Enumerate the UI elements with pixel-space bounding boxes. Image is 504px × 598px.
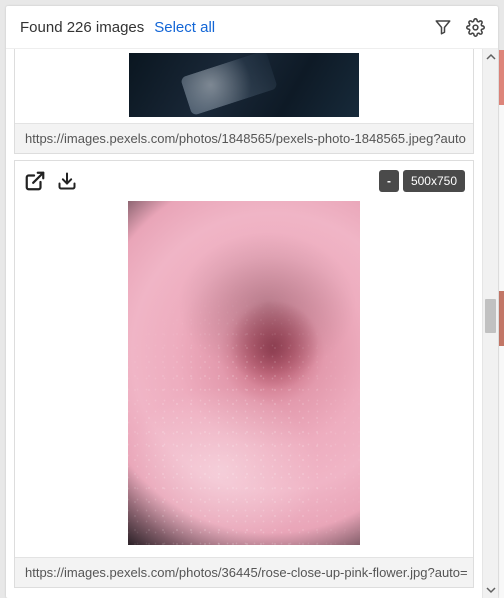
filter-icon[interactable] xyxy=(432,16,454,38)
image-card[interactable]: https://images.pexels.com/photos/1848565… xyxy=(14,49,474,154)
image-url[interactable]: https://images.pexels.com/photos/1848565… xyxy=(15,123,473,153)
open-external-icon[interactable] xyxy=(23,169,47,193)
image-thumbnail[interactable] xyxy=(129,53,359,117)
results-scrollarea: https://images.pexels.com/photos/1848565… xyxy=(6,49,482,598)
zoom-out-button[interactable]: - xyxy=(379,170,399,192)
found-count-label: Found 226 images xyxy=(20,19,144,36)
scroll-up-arrow[interactable] xyxy=(483,49,498,65)
content-area: https://images.pexels.com/photos/1848565… xyxy=(6,49,498,598)
gear-icon[interactable] xyxy=(464,16,486,38)
vertical-scrollbar[interactable] xyxy=(482,49,498,598)
scroll-thumb[interactable] xyxy=(485,299,496,333)
thumbnail-container xyxy=(15,49,473,123)
image-thumbnail[interactable] xyxy=(128,201,360,545)
download-icon[interactable] xyxy=(55,169,79,193)
panel-header: Found 226 images Select all xyxy=(6,6,498,49)
image-card[interactable]: - 500x750 https://images.pexels.com/phot… xyxy=(14,160,474,588)
scroll-down-arrow[interactable] xyxy=(483,582,498,598)
dimensions-badge[interactable]: 500x750 xyxy=(403,170,465,192)
image-downloader-panel: Found 226 images Select all https://imag… xyxy=(6,6,498,598)
card-toolbar: - 500x750 xyxy=(23,169,465,193)
thumbnail-container xyxy=(15,161,473,557)
image-url[interactable]: https://images.pexels.com/photos/36445/r… xyxy=(15,557,473,587)
badge-group: - 500x750 xyxy=(379,170,465,192)
page-edge-strip xyxy=(499,50,504,598)
select-all-link[interactable]: Select all xyxy=(154,19,215,36)
